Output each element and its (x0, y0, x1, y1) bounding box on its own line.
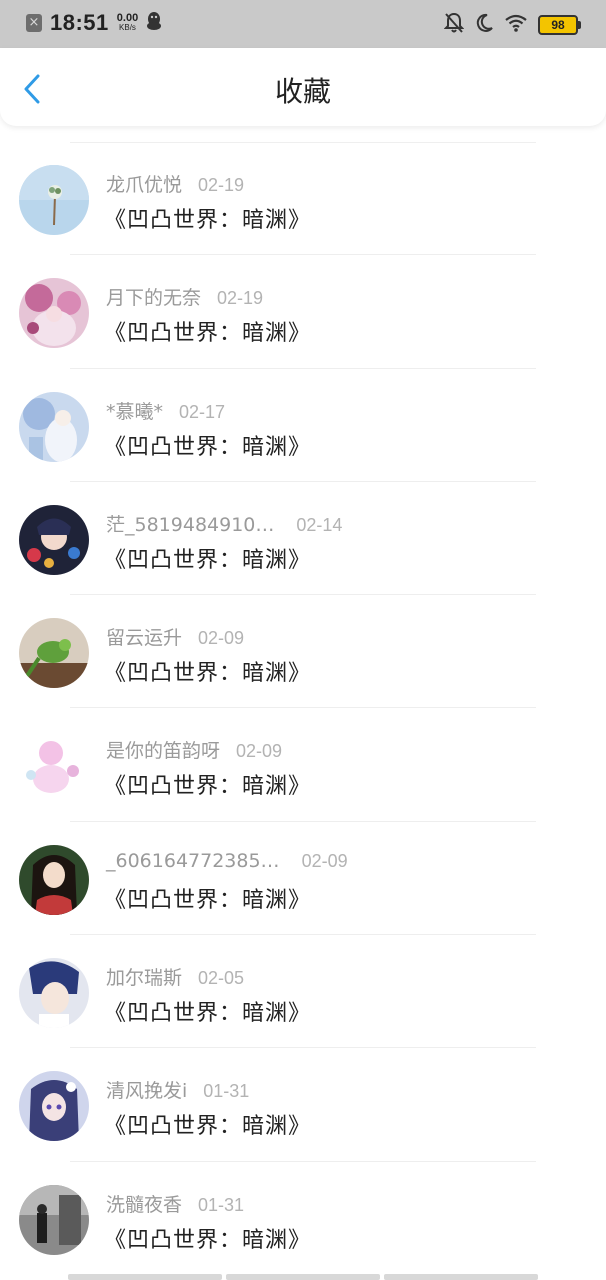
item-meta: 茫_5819484910… 02-14 (106, 510, 342, 537)
battery-indicator: 98 (538, 15, 581, 35)
item-subject: 《凹凸世界：暗渊》 (104, 887, 312, 913)
user-name: 加尔瑞斯 (106, 967, 183, 990)
item-meta: _606164772385… 02-09 (106, 850, 348, 872)
item-date: 01-31 (198, 1194, 245, 1215)
item-meta: *慕曦* 02-17 (106, 397, 225, 424)
bell-off-icon (443, 12, 465, 38)
user-name: 月下的无奈 (106, 287, 202, 310)
item-date: 02-19 (198, 175, 245, 195)
item-subject: 《凹凸世界：暗渊》 (104, 321, 312, 347)
avatar[interactable] (19, 731, 89, 802)
battery-level: 98 (551, 18, 565, 32)
user-name: 龙爪优悦 (106, 174, 183, 196)
list-item[interactable]: 清风挽发i 01-31 《凹凸世界：暗渊》 (0, 1048, 606, 1162)
bottom-scroll-indicator (68, 1274, 538, 1280)
item-subject: 《凹凸世界：暗渊》 (104, 661, 312, 687)
scroll-segment (68, 1274, 222, 1280)
item-meta: 洗髓夜香 01-31 (106, 1190, 244, 1217)
item-date: 02-17 (179, 401, 226, 422)
list-item[interactable]: 是你的笛韵呀 02-09 《凹凸世界：暗渊》 (0, 708, 606, 822)
item-subject: 《凹凸世界：暗渊》 (104, 774, 312, 800)
item-meta: 留云运升 02-09 (106, 623, 244, 650)
item-date: 02-05 (198, 968, 245, 989)
page-title: 收藏 (274, 75, 331, 108)
list-item[interactable]: 月下的无奈 02-19 《凹凸世界：暗渊》 (0, 255, 606, 369)
user-name: 是你的笛韵呀 (106, 740, 221, 763)
item-date: 02-09 (236, 741, 283, 762)
user-name: 洗髓夜香 (106, 1193, 183, 1216)
avatar[interactable] (19, 1071, 89, 1142)
screen: × 18:51 0.00 KB/s 98 收藏 龙爪优悦 02-19 《凹凸世界… (0, 0, 606, 1280)
avatar[interactable] (19, 165, 89, 235)
favorites-list: 龙爪优悦 02-19 《凹凸世界：暗渊》 月下的无奈 02-19 《凹凸世界：暗… (0, 142, 606, 1275)
avatar[interactable] (19, 958, 89, 1029)
item-date: 02-09 (198, 628, 245, 649)
user-name: 茫_5819484910… (106, 513, 275, 536)
item-meta: 清风挽发i 01-31 (106, 1076, 249, 1103)
user-name: 留云运升 (106, 627, 183, 650)
list-item[interactable]: 留云运升 02-09 《凹凸世界：暗渊》 (0, 595, 606, 709)
avatar[interactable] (19, 618, 89, 689)
item-subject: 《凹凸世界：暗渊》 (104, 547, 312, 573)
qq-penguin-icon (146, 11, 162, 35)
scroll-segment (226, 1274, 380, 1280)
wifi-icon (504, 13, 528, 37)
item-meta: 龙爪优悦 02-19 (106, 170, 244, 197)
list-item[interactable]: 加尔瑞斯 02-05 《凹凸世界：暗渊》 (0, 935, 606, 1049)
item-meta: 是你的笛韵呀 02-09 (106, 736, 282, 763)
item-subject: 《凹凸世界：暗渊》 (104, 1114, 312, 1140)
user-name: _606164772385… (106, 849, 280, 872)
network-speed-value: 0.00 (116, 12, 139, 24)
moon-icon (474, 12, 494, 38)
avatar[interactable] (19, 504, 89, 575)
avatar[interactable] (19, 844, 89, 915)
list-item[interactable]: 洗髓夜香 01-31 《凹凸世界：暗渊》 (0, 1162, 606, 1275)
item-date: 02-14 (296, 514, 343, 535)
user-name: *慕曦* (106, 400, 164, 423)
network-speed: 0.00 KB/s (117, 13, 138, 33)
item-meta: 加尔瑞斯 02-05 (106, 963, 244, 990)
notification-x-icon: × (26, 14, 42, 32)
scroll-segment (384, 1274, 538, 1280)
network-speed-unit: KB/s (119, 23, 136, 32)
item-date: 01-31 (203, 1081, 250, 1102)
user-name: 清风挽发i (106, 1080, 188, 1103)
status-time: 18:51 (50, 10, 109, 35)
item-subject: 《凹凸世界：暗渊》 (104, 1227, 312, 1253)
item-subject: 《凹凸世界：暗渊》 (104, 208, 312, 233)
list-item[interactable]: 龙爪优悦 02-19 《凹凸世界：暗渊》 (0, 142, 606, 256)
list-item[interactable]: *慕曦* 02-17 《凹凸世界：暗渊》 (0, 369, 606, 482)
status-bar: × 18:51 0.00 KB/s 98 (0, 0, 606, 48)
avatar[interactable] (19, 278, 89, 349)
item-date: 02-19 (217, 288, 264, 309)
item-subject: 《凹凸世界：暗渊》 (104, 1001, 312, 1027)
status-right: 98 (443, 12, 581, 38)
status-left: × 18:51 0.00 KB/s (26, 10, 162, 36)
item-date: 02-09 (301, 850, 348, 871)
list-item[interactable]: _606164772385… 02-09 《凹凸世界：暗渊》 (0, 822, 606, 936)
header: 收藏 (0, 48, 606, 126)
avatar[interactable] (19, 1184, 89, 1255)
item-meta: 月下的无奈 02-19 (106, 283, 263, 310)
avatar[interactable] (19, 391, 89, 462)
item-subject: 《凹凸世界：暗渊》 (104, 434, 312, 460)
list-item[interactable]: 茫_5819484910… 02-14 《凹凸世界：暗渊》 (0, 482, 606, 596)
